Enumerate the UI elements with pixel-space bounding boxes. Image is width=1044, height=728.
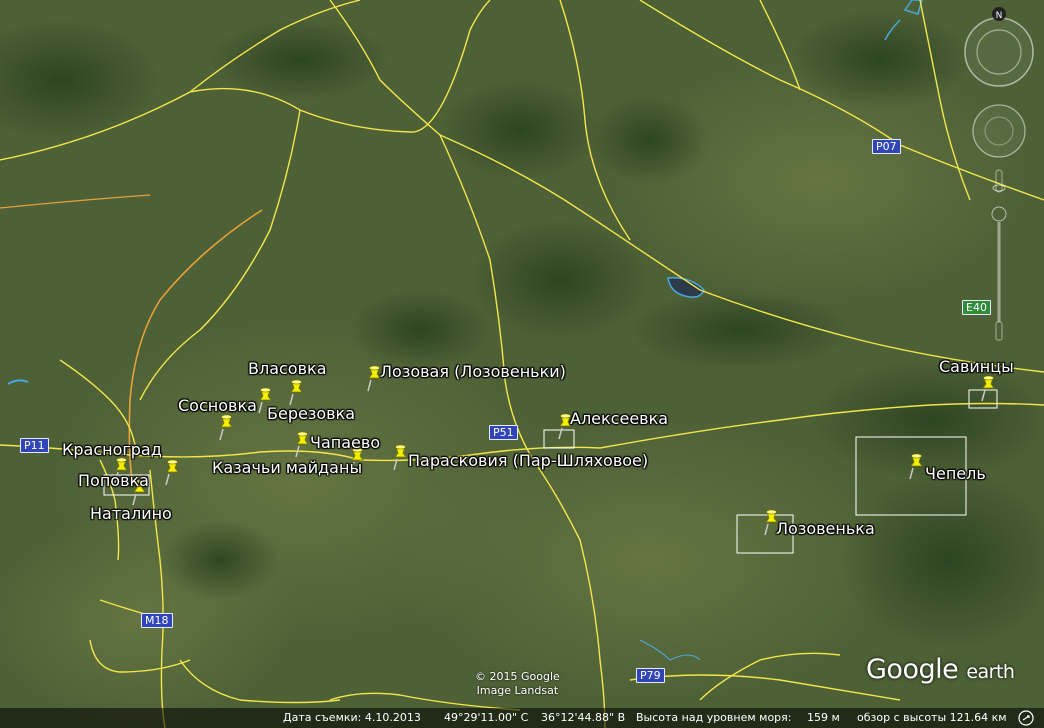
elevation-label: Высота над уровнем моря: (636, 711, 792, 724)
place-label-chapaevo[interactable]: Чапаево (310, 433, 380, 452)
place-label-sosnovka[interactable]: Сосновка (178, 396, 257, 415)
route-shield-m18: M18 (141, 613, 173, 628)
place-label-berezovka[interactable]: Березовка (267, 404, 355, 423)
place-label-lozovaya[interactable]: Лозовая (Лозовеньки) (380, 362, 566, 381)
latitude-readout: 49°29'11.00" С (444, 711, 529, 724)
map-view[interactable]: P11 P51 M18 P79 P07 E40 Красноград Попов… (0, 0, 1044, 728)
logo-earth-text: earth (966, 661, 1015, 683)
placemark-pin-berezovka[interactable] (287, 378, 305, 406)
imagery-source-line: Image Landsat (476, 684, 559, 697)
status-bar: Дата съемки: 4.10.2013 49°29'11.00" С 36… (0, 708, 1044, 728)
north-indicator: N (996, 11, 1003, 21)
place-label-alekseevka[interactable]: Алексеевка (570, 409, 668, 428)
navigation-controls: N (964, 7, 1034, 341)
placemark-pin-sosnovka[interactable] (217, 413, 235, 441)
logo-google-text: Google (866, 654, 959, 685)
compass-ring[interactable]: N (964, 7, 1034, 87)
place-label-kazachi-maidany[interactable]: Казачьи майданы (212, 458, 362, 477)
elevation-value: 159 м (807, 711, 840, 724)
route-shield-p07: P07 (872, 139, 901, 154)
route-shield-p11: P11 (20, 438, 49, 453)
place-label-vlasovka[interactable]: Власовка (248, 359, 327, 378)
place-label-lozovenka[interactable]: Лозовенька (776, 519, 875, 538)
status-bar-toggle-icon[interactable] (1018, 710, 1034, 728)
placemark-pin-paraskoviya[interactable] (391, 443, 409, 471)
place-label-chepel[interactable]: Чепель (925, 464, 986, 483)
placemark-pin-popovka[interactable] (163, 458, 181, 486)
imagery-date: Дата съемки: 4.10.2013 (283, 711, 421, 724)
zoom-slider[interactable] (991, 169, 1007, 341)
imagery-copyright: © 2015 Google Image Landsat (475, 670, 560, 698)
place-label-krasnograd[interactable]: Красноград (62, 440, 162, 459)
place-label-paraskoviya[interactable]: Парасковия (Пар-Шляховое) (408, 451, 648, 470)
copyright-line: © 2015 Google (475, 670, 560, 683)
placemark-pin-chapaevo[interactable] (293, 430, 311, 458)
look-joystick[interactable] (972, 104, 1026, 158)
place-label-natalino[interactable]: Наталино (90, 504, 172, 523)
placemark-pin-chepel[interactable] (907, 452, 925, 480)
placemark-pin-savintsy[interactable] (979, 374, 997, 402)
place-label-savintsy[interactable]: Савинцы (939, 357, 1014, 376)
google-earth-logo: Google earth (866, 654, 1015, 685)
route-shield-p79: P79 (636, 668, 665, 683)
eye-altitude-readout: обзор с высоты 121.64 км (857, 711, 1007, 724)
route-shield-p51: P51 (489, 425, 518, 440)
place-label-popovka[interactable]: Поповка (78, 471, 149, 490)
longitude-readout: 36°12'44.88" В (541, 711, 626, 724)
